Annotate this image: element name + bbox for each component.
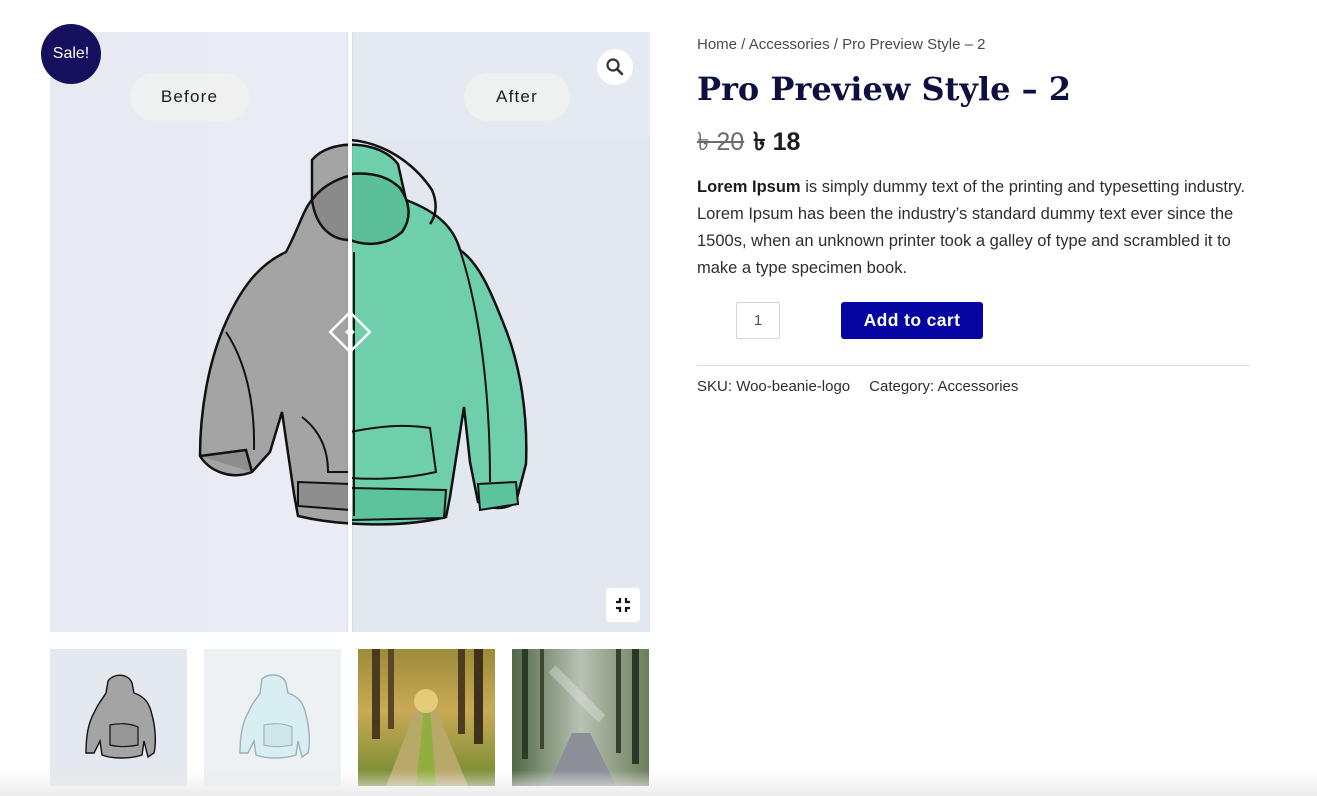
product-short-description: Lorem Ipsum is simply dummy text of the … (697, 174, 1250, 282)
category-link[interactable]: Accessories (938, 378, 1019, 395)
thumbnail-strip (50, 649, 650, 786)
exit-fullscreen-icon (616, 598, 630, 612)
fullscreen-toggle-button[interactable] (606, 588, 640, 622)
zoom-button[interactable] (597, 49, 633, 85)
bottom-fade-overlay (0, 770, 1317, 796)
add-to-cart-button[interactable]: Add to cart (841, 302, 983, 339)
meta-divider (697, 365, 1250, 366)
breadcrumb-category-link[interactable]: Accessories (749, 36, 830, 53)
product-price: ৳ 20 ৳ 18 (697, 126, 1250, 160)
sale-badge: Sale! (41, 24, 101, 84)
grey-hoodie-thumbnail[interactable] (50, 649, 187, 786)
add-to-cart-form: Add to cart (697, 302, 1250, 342)
sale-price: ৳ 18 (753, 127, 801, 156)
quantity-input[interactable] (736, 302, 780, 339)
breadcrumb-separator: / (829, 36, 843, 53)
product-summary: Home / Accessories / Pro Preview Style –… (697, 32, 1250, 342)
regular-price: ৳ 20 (697, 127, 745, 156)
breadcrumb-separator: / (737, 36, 749, 53)
misty-forest-road-thumbnail[interactable] (512, 649, 649, 786)
product-title: Pro Preview Style – 2 (697, 70, 1072, 108)
product-gallery: Before After (50, 32, 650, 632)
after-label: After (464, 73, 570, 121)
before-after-comparison[interactable]: Before After (50, 32, 650, 632)
search-icon (606, 58, 624, 76)
forest-path-thumbnail[interactable] (358, 649, 495, 786)
breadcrumb: Home / Accessories / Pro Preview Style –… (697, 32, 1250, 58)
breadcrumb-current: Pro Preview Style – 2 (842, 36, 986, 53)
before-label: Before (130, 73, 249, 121)
compare-slider-handle-icon[interactable] (326, 308, 374, 356)
sku-label: SKU: (697, 378, 737, 395)
light-hoodie-thumbnail[interactable] (204, 649, 341, 786)
description-bold-text: Lorem Ipsum (697, 178, 801, 196)
sku-value: Woo-beanie-logo (736, 378, 851, 395)
category-label: Category: (869, 378, 938, 395)
product-meta: SKU: Woo-beanie-logo Category: Accessorie… (697, 376, 1018, 398)
breadcrumb-home-link[interactable]: Home (697, 36, 737, 53)
